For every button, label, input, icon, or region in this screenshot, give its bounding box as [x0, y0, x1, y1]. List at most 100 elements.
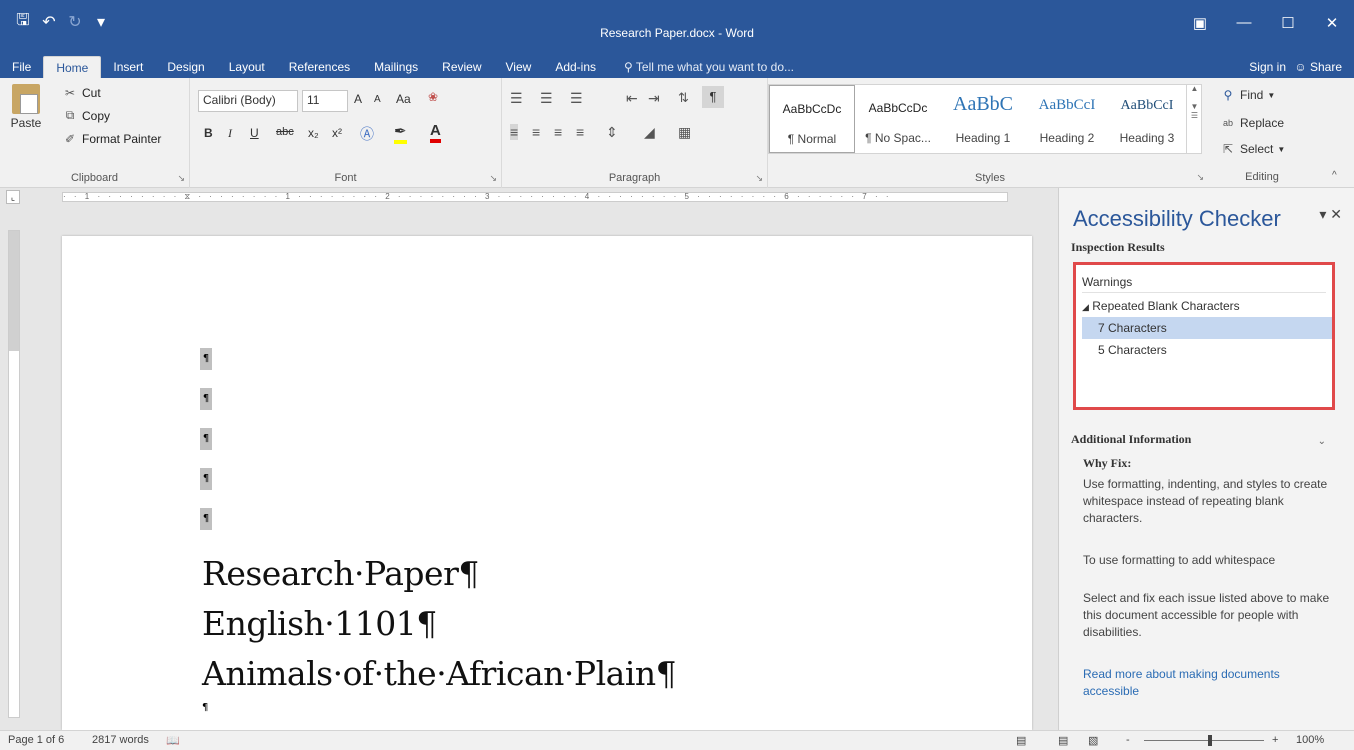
style-heading-3[interactable]: AaBbCcI Heading 3: [1109, 85, 1185, 153]
close-button[interactable]: ✕: [1310, 14, 1354, 32]
chevron-down-icon[interactable]: ⌄: [1318, 436, 1326, 447]
tab-mailings[interactable]: Mailings: [362, 56, 430, 78]
warning-group-repeated-blank[interactable]: ◢ Repeated Blank Characters: [1082, 295, 1332, 317]
highlight-color-icon[interactable]: ✒: [394, 122, 407, 144]
replace-label: Replace: [1240, 116, 1285, 130]
blank-paragraph[interactable]: ¶: [202, 702, 208, 713]
text-effects-icon[interactable]: Ⓐ: [360, 124, 374, 144]
bullets-icon[interactable]: ☰: [510, 90, 523, 107]
replace-button[interactable]: ab Replace: [1220, 116, 1284, 130]
tab-selector-icon[interactable]: ⌞: [6, 190, 20, 204]
underline-button[interactable]: U: [250, 126, 259, 140]
clear-formatting-icon[interactable]: ❀: [428, 90, 438, 104]
decrease-indent-icon[interactable]: ⇤: [626, 90, 638, 107]
selected-blank-paragraph[interactable]: ¶: [200, 508, 212, 530]
format-painter-button[interactable]: ✐ Format Painter: [62, 132, 161, 146]
numbering-icon[interactable]: ☰: [540, 90, 553, 107]
paste-button[interactable]: Paste: [6, 84, 46, 130]
selected-blank-paragraph[interactable]: ¶: [200, 468, 212, 490]
read-more-link[interactable]: Read more about making documents accessi…: [1083, 666, 1333, 700]
sort-icon[interactable]: ⇅: [678, 90, 689, 106]
copy-button[interactable]: ⧉ Copy: [62, 108, 110, 123]
borders-icon[interactable]: ▦: [678, 124, 691, 141]
print-layout-icon[interactable]: ▤: [1058, 734, 1068, 747]
tab-file[interactable]: File: [0, 56, 43, 78]
style-preview: AaBbCcI: [1038, 97, 1096, 113]
proofing-icon[interactable]: 📖: [166, 734, 180, 747]
word-count[interactable]: 2817 words: [92, 734, 149, 746]
styles-gallery-scroll[interactable]: ▲ ▼ ☰: [1186, 84, 1202, 154]
zoom-in-button[interactable]: +: [1272, 734, 1278, 746]
zoom-out-button[interactable]: -: [1126, 734, 1130, 746]
doc-title-line[interactable]: Research·Paper¶: [202, 554, 479, 593]
increase-indent-icon[interactable]: ⇥: [648, 90, 660, 107]
tab-design[interactable]: Design: [155, 56, 216, 78]
style-normal[interactable]: AaBbCcDc ¶ Normal: [769, 85, 855, 153]
style-heading-1[interactable]: AaBbC Heading 1: [941, 85, 1025, 153]
font-color-icon[interactable]: A: [430, 122, 441, 143]
font-launcher-icon[interactable]: ↘: [489, 173, 497, 184]
zoom-level[interactable]: 100%: [1296, 734, 1324, 746]
line-spacing-icon[interactable]: ⇕: [606, 124, 618, 141]
font-name-box[interactable]: Calibri (Body): [198, 90, 298, 112]
doc-subtitle-line[interactable]: Animals·of·the·African·Plain¶: [202, 654, 677, 693]
doc-course-line[interactable]: English·1101¶: [202, 604, 437, 643]
ruler-track[interactable]: · · 1 · · · · · · · · ⧖ · · · · · · · · …: [62, 192, 1008, 202]
ribbon-tabs: File Home Insert Design Layout Reference…: [0, 56, 1354, 78]
read-mode-icon[interactable]: ▤: [1016, 734, 1026, 747]
change-case-button[interactable]: Aa: [396, 92, 411, 106]
paragraph-launcher-icon[interactable]: ↘: [755, 173, 763, 184]
styles-launcher-icon[interactable]: ↘: [1196, 172, 1204, 183]
clipboard-launcher-icon[interactable]: ↘: [177, 173, 185, 184]
selected-blank-paragraph[interactable]: ¶: [200, 388, 212, 410]
shrink-font-button[interactable]: A: [374, 94, 381, 105]
strikethrough-button[interactable]: abc: [276, 126, 294, 138]
tab-view[interactable]: View: [494, 56, 544, 78]
font-size-box[interactable]: 11: [302, 90, 348, 112]
italic-button[interactable]: I: [228, 126, 232, 141]
tab-insert[interactable]: Insert: [101, 56, 155, 78]
align-right-icon[interactable]: ≡: [554, 124, 562, 140]
show-hide-pilcrow-icon[interactable]: ¶: [702, 86, 724, 108]
selected-blank-paragraph[interactable]: ¶: [200, 428, 212, 450]
tab-add-ins[interactable]: Add-ins: [543, 56, 608, 78]
style-heading-2[interactable]: AaBbCcI Heading 2: [1025, 85, 1109, 153]
maximize-button[interactable]: ☐: [1266, 14, 1310, 32]
document-page[interactable]: ¶ ¶ ¶ ¶ ¶ Research·Paper¶ English·1101¶ …: [62, 236, 1032, 730]
superscript-button[interactable]: x²: [332, 126, 342, 140]
select-button[interactable]: ⇱ Select ▼: [1220, 142, 1285, 156]
minimize-button[interactable]: —: [1222, 14, 1266, 32]
warning-item-5-characters[interactable]: 5 Characters: [1082, 339, 1332, 361]
cut-button[interactable]: ✂ Cut: [62, 86, 101, 100]
share-button[interactable]: ☺ Share: [1294, 56, 1342, 78]
subscript-button[interactable]: x₂: [308, 126, 319, 140]
tab-review[interactable]: Review: [430, 56, 493, 78]
page-count[interactable]: Page 1 of 6: [8, 734, 64, 746]
pane-close-icon[interactable]: ✕: [1330, 206, 1342, 222]
additional-info-heading[interactable]: Additional Information: [1071, 432, 1191, 447]
selected-blank-paragraph[interactable]: ¶: [200, 348, 212, 370]
web-layout-icon[interactable]: ▧: [1088, 734, 1098, 747]
align-center-icon[interactable]: ≡: [532, 124, 540, 140]
zoom-slider[interactable]: [1144, 740, 1264, 741]
justify-icon[interactable]: ≡: [576, 124, 584, 140]
warning-group-label: Repeated Blank Characters: [1092, 299, 1240, 313]
collapse-ribbon-icon[interactable]: ^: [1332, 170, 1337, 181]
sign-in-link[interactable]: Sign in: [1249, 56, 1286, 78]
shading-icon[interactable]: ◢: [644, 124, 655, 141]
share-label: Share: [1309, 60, 1342, 74]
pane-options-icon[interactable]: ▾: [1319, 206, 1326, 222]
align-left-icon[interactable]: ≡: [510, 124, 519, 140]
ribbon-display-options-icon[interactable]: ▣: [1178, 14, 1222, 32]
tab-layout[interactable]: Layout: [217, 56, 277, 78]
multilevel-list-icon[interactable]: ☰: [570, 90, 583, 107]
warning-item-7-characters[interactable]: 7 Characters: [1082, 317, 1332, 339]
grow-font-button[interactable]: A: [354, 92, 362, 106]
bold-button[interactable]: B: [204, 126, 213, 140]
zoom-slider-thumb[interactable]: [1208, 735, 1212, 746]
tab-home[interactable]: Home: [43, 56, 102, 78]
tab-references[interactable]: References: [277, 56, 362, 78]
tell-me-box[interactable]: ⚲ Tell me what you want to do...: [608, 56, 794, 78]
style-no-spacing[interactable]: AaBbCcDc ¶ No Spac...: [855, 85, 941, 153]
find-button[interactable]: ⚲ Find ▼: [1220, 88, 1276, 102]
